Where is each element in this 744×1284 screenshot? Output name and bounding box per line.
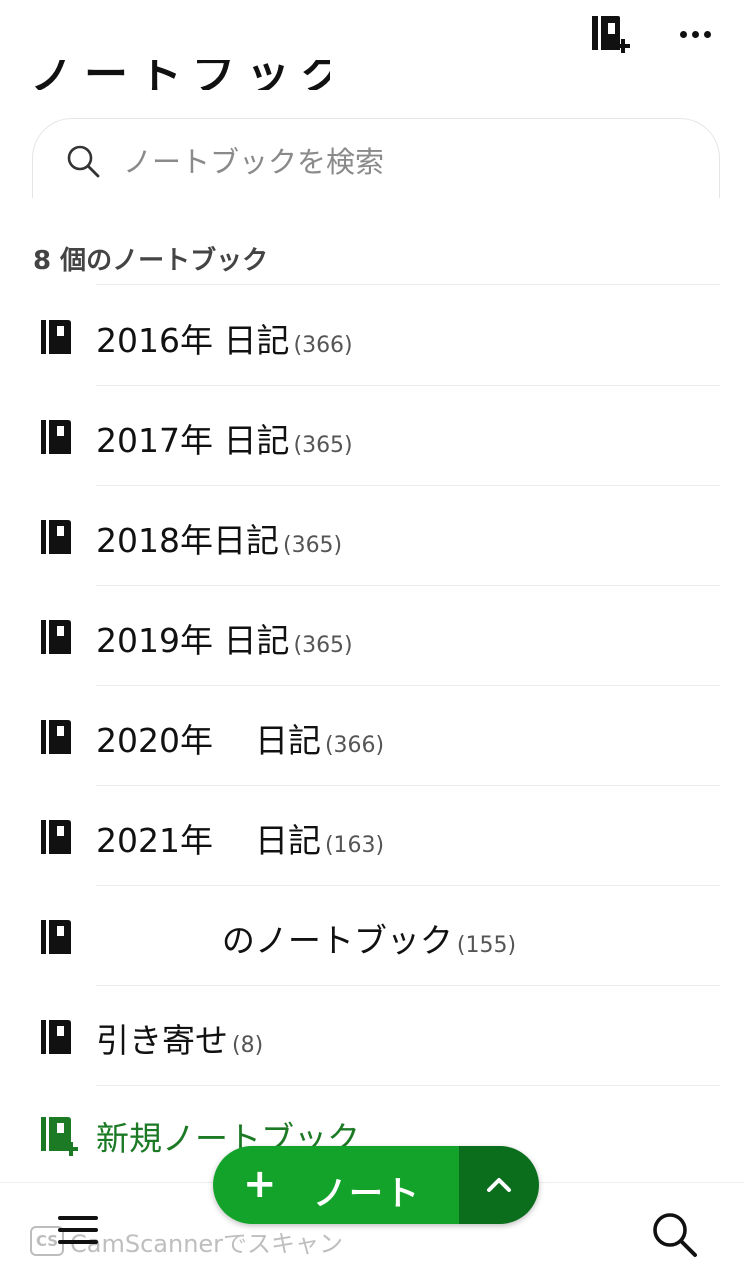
notebook-icon	[41, 520, 71, 554]
notebook-item[interactable]: 2020年 日記 (366)	[0, 686, 744, 786]
notebook-list: 2016年 日記 (366) 2017年 日記 (365) 2018年日記 (365)…	[0, 286, 744, 1086]
notebook-note-count: (365)	[282, 533, 343, 558]
watermark-text: CamScannerでスキャン	[70, 1229, 344, 1258]
notebook-count-label: 8 個のノートブック	[33, 246, 269, 276]
more-icon[interactable]	[672, 18, 720, 50]
notebook-note-count: (365)	[293, 433, 353, 458]
notebook-note-count: (155)	[456, 933, 517, 958]
notebook-title: のノートブック	[96, 921, 453, 960]
notebook-title: 2019年 日記	[96, 621, 290, 660]
notebook-note-count: (8)	[232, 1033, 264, 1058]
notebook-title: 引き寄せ	[96, 1021, 228, 1060]
notebook-note-count: (365)	[293, 633, 353, 658]
add-notebook-icon[interactable]	[590, 14, 632, 58]
notebook-note-count: (366)	[293, 333, 353, 358]
fab-options-button[interactable]	[459, 1146, 539, 1224]
notebook-icon	[41, 620, 71, 654]
divider	[96, 1085, 720, 1086]
notebook-icon	[41, 920, 71, 954]
menu-icon[interactable]	[58, 1214, 102, 1248]
notebook-item[interactable]: 2021年 日記 (163)	[0, 786, 744, 886]
notebook-note-count: (366)	[324, 733, 385, 758]
search-placeholder: ノートブックを検索	[123, 145, 385, 179]
search-icon	[67, 145, 100, 178]
page-title-text: ノートブック	[30, 60, 330, 90]
new-note-fab: + ノート	[213, 1146, 539, 1224]
notebook-item[interactable]: 2019年 日記 (365)	[0, 586, 744, 686]
add-notebook-icon	[41, 1117, 78, 1156]
notebook-icon	[41, 820, 71, 854]
divider	[96, 284, 720, 285]
notebook-item[interactable]: 2018年日記 (365)	[0, 486, 744, 586]
new-note-button[interactable]: + ノート	[213, 1146, 459, 1224]
notebook-title: 2021年 日記	[96, 821, 321, 860]
notebook-item[interactable]: のノートブック (155)	[0, 886, 744, 986]
notebooks-screen: ノートブック ノートブックを検索 8 個のノートブック 2016年 日記 (366…	[0, 0, 744, 1284]
notebook-title: 2017年 日記	[96, 421, 290, 460]
notebook-item[interactable]: 引き寄せ (8)	[0, 986, 744, 1086]
page-title: ノートブック	[30, 60, 330, 90]
notebook-note-count: (163)	[324, 833, 385, 858]
notebook-item[interactable]: 2017年 日記 (365)	[0, 386, 744, 486]
notebook-icon	[41, 320, 71, 354]
notebook-title: 2020年 日記	[96, 721, 321, 760]
search-input[interactable]: ノートブックを検索	[32, 118, 720, 198]
notebook-icon	[41, 720, 71, 754]
notebook-title: 2016年 日記	[96, 321, 290, 360]
plus-icon: +	[243, 1161, 277, 1207]
search-button-icon[interactable]	[650, 1210, 700, 1260]
notebook-icon	[41, 1020, 71, 1054]
notebook-item[interactable]: 2016年 日記 (366)	[0, 286, 744, 386]
notebook-title: 2018年日記	[96, 521, 279, 560]
new-note-label: ノート	[313, 1174, 421, 1214]
chevron-up-icon	[487, 1178, 511, 1192]
notebook-icon	[41, 420, 71, 454]
